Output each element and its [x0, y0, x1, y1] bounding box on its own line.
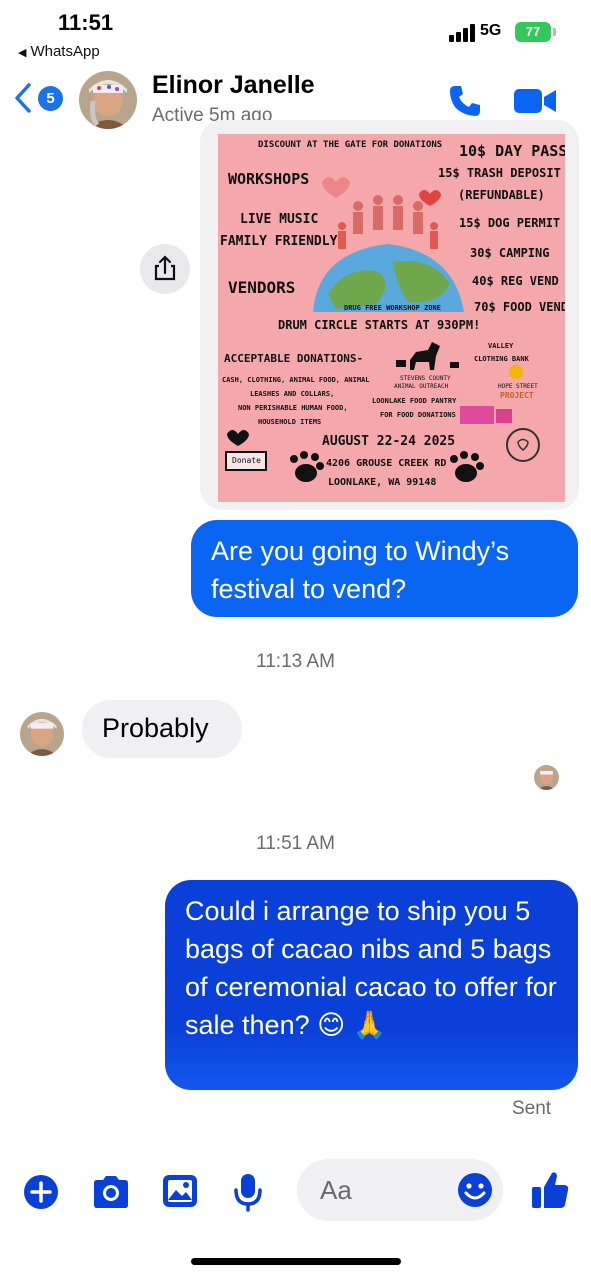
flyer-project: PROJECT	[500, 391, 534, 400]
microphone-icon[interactable]	[233, 1172, 263, 1212]
battery-icon: 77	[515, 22, 556, 42]
flyer-vendors: VENDORS	[228, 278, 296, 297]
flyer-donate-label: Donate	[232, 456, 261, 465]
flyer-donations-line-4: HOUSEHOLD ITEMS	[258, 418, 322, 426]
back-app-label: WhatsApp	[30, 43, 100, 60]
flyer-family-friendly: FAMILY FRIENDLY	[220, 234, 338, 249]
flyer-day-pass: 10$ DAY PASS	[459, 142, 565, 160]
back-to-app-link[interactable]: ◀ WhatsApp	[18, 43, 100, 60]
status-bar: 11:51 ◀ WhatsApp 5G 77	[0, 0, 591, 64]
flyer-live-music: LIVE MUSIC	[240, 212, 319, 227]
flyer-discount: DISCOUNT AT THE GATE FOR DONATIONS	[258, 140, 443, 150]
flyer-valley: VALLEY	[488, 342, 514, 350]
flyer-dog-permit: 15$ DOG PERMIT	[459, 216, 561, 230]
flyer-stevens-county: STEVENS COUNTY	[400, 375, 451, 382]
flyer-donations-line-1: CASH, CLOTHING, ANIMAL FOOD, ANIMAL	[222, 376, 370, 384]
status-time: 11:51	[58, 10, 114, 35]
message-timestamp: 11:51 AM	[256, 833, 335, 854]
message-input-placeholder: Aa	[320, 1175, 352, 1205]
contact-name[interactable]: Elinor Janelle	[152, 71, 315, 100]
back-triangle-icon: ◀	[18, 47, 27, 59]
phone-icon[interactable]	[447, 83, 483, 119]
incoming-sender-avatar[interactable]	[20, 712, 64, 756]
outgoing-message-bubble[interactable]: Are you going to Windy’s festival to ven…	[191, 520, 578, 617]
chevron-left-icon	[15, 83, 31, 113]
flyer-reg-vend: 40$ REG VEND	[472, 274, 559, 288]
message-input[interactable]: Aa	[297, 1159, 503, 1221]
sent-status: Sent	[512, 1098, 552, 1119]
flyer-city: LOONLAKE, WA 99148	[328, 477, 437, 488]
flyer-food-donations: FOR FOOD DONATIONS	[380, 411, 456, 419]
flyer-trash-deposit: 15$ TRASH DEPOSIT	[438, 166, 561, 180]
network-label: 5G	[480, 22, 502, 39]
message-composer: Aa	[0, 1150, 591, 1230]
flyer-address: 4206 GROUSE CREEK RD	[326, 458, 447, 469]
flyer-donations-line-2: LEASHES AND COLLARS,	[250, 390, 335, 398]
signal-icon	[449, 24, 477, 42]
unread-count-badge: 5	[38, 85, 63, 111]
flyer-acceptable-donations: ACCEPTABLE DONATIONS-	[224, 352, 364, 365]
festival-flyer-image[interactable]: DISCOUNT AT THE GATE FOR DONATIONS 10$ D…	[218, 134, 565, 502]
back-button[interactable]: 5	[12, 80, 63, 116]
flyer-hope-street: HOPE STREET	[498, 383, 538, 390]
camera-icon[interactable]	[91, 1174, 131, 1210]
outgoing-message-bubble[interactable]: Could i arrange to ship you 5 bags of ca…	[165, 880, 578, 1090]
home-indicator	[191, 1258, 401, 1265]
gallery-icon[interactable]	[161, 1173, 199, 1209]
flyer-animal-outreach: ANIMAL OUTREACH	[394, 383, 449, 390]
plus-icon[interactable]	[23, 1174, 59, 1210]
video-icon[interactable]	[513, 85, 557, 117]
flyer-donations-line-3: NON PERISHABLE HUMAN FOOD,	[238, 404, 348, 412]
share-button[interactable]	[140, 244, 190, 294]
incoming-message-bubble[interactable]: Probably	[82, 700, 242, 758]
flyer-loonlake-pantry: LOONLAKE FOOD PANTRY	[372, 397, 457, 405]
message-timestamp: 11:13 AM	[256, 651, 335, 672]
flyer-camping: 30$ CAMPING	[470, 246, 550, 260]
flyer-drum-circle: DRUM CIRCLE STARTS AT 930PM!	[278, 318, 481, 332]
flyer-drug-free: DRUG FREE WORKSHOP ZONE	[344, 304, 441, 312]
thumbs-up-icon[interactable]	[530, 1169, 570, 1211]
emoji-icon[interactable]	[457, 1172, 493, 1208]
seen-indicator-avatar	[534, 765, 559, 790]
flyer-food-vend: 70$ FOOD VEND	[474, 300, 565, 314]
flyer-dates: AUGUST 22-24 2025	[322, 434, 456, 449]
share-icon	[154, 255, 176, 281]
flyer-workshops: WORKSHOPS	[228, 170, 310, 188]
contact-avatar[interactable]	[79, 71, 137, 129]
flyer-clothing-bank: CLOTHING BANK	[474, 355, 529, 363]
flyer-refundable: (REFUNDABLE)	[458, 188, 545, 202]
